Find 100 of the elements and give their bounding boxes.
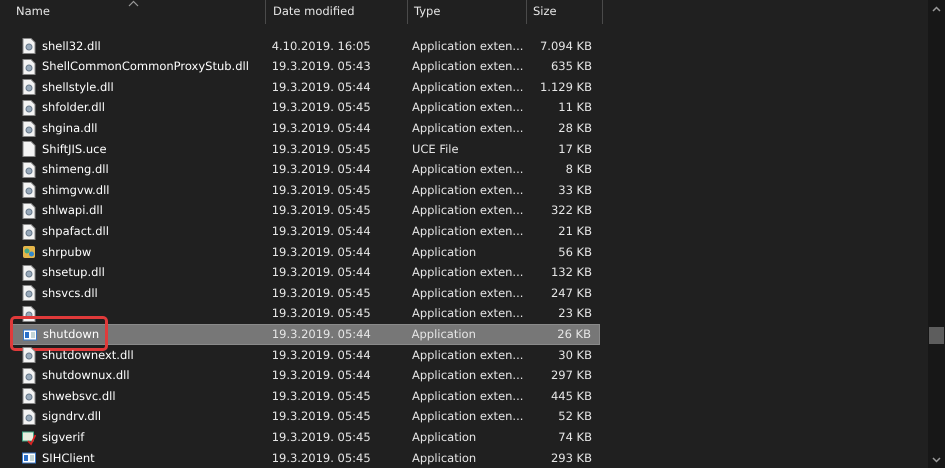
dll-file-icon	[22, 38, 36, 54]
type-cell-text: Application exten...	[410, 78, 524, 96]
type-cell-text: Application exten...	[410, 284, 524, 302]
date-cell-text: 19.3.2019. 05:44	[270, 223, 372, 240]
selected-row[interactable]: shutdown 19.3.2019. 05:44 Application 26 KB	[10, 324, 600, 345]
size-cell-text: 11 KB	[557, 99, 593, 116]
size-cell-text: 7.094 KB	[538, 38, 593, 55]
type-cell-text: Application exten...	[410, 58, 524, 76]
date-cell-text: 19.3.2019. 05:44	[270, 161, 372, 178]
size-cell-text: 56 KB	[557, 244, 593, 261]
file-name[interactable]: shellstyle.dll	[42, 78, 114, 96]
file-name[interactable]: shpafact.dll	[42, 223, 109, 240]
blank-file-icon	[22, 141, 36, 158]
file-name[interactable]: shimgvw.dll	[42, 182, 110, 200]
file-name[interactable]: shutdown	[43, 326, 100, 344]
type-cell-text: UCE File	[410, 140, 460, 158]
date-cell-text: 19.3.2019. 05:44	[270, 264, 372, 282]
date-cell-text: 19.3.2019. 05:44	[270, 367, 372, 384]
size-cell-text: 28 KB	[557, 120, 593, 138]
type-cell-text: Application exten...	[410, 408, 524, 426]
dll-file-icon	[22, 285, 36, 302]
file-name[interactable]: shutdownux.dll	[42, 367, 130, 384]
type-cell-text: Application	[410, 244, 478, 261]
dll-file-icon	[22, 224, 36, 240]
file-name[interactable]: shutdownext.dll	[42, 346, 134, 364]
file-name[interactable]: shsetup.dll	[42, 264, 105, 282]
checkmark-icon	[22, 430, 36, 446]
date-cell-text: 19.3.2019. 05:45	[270, 408, 372, 426]
size-cell-text: 52 KB	[557, 408, 593, 426]
file-name[interactable]: sigverif	[42, 428, 84, 446]
date-cell-text: 19.3.2019. 05:45	[270, 202, 372, 220]
window-icon	[22, 450, 36, 466]
type-cell-text: Application exten...	[410, 38, 524, 55]
file-name[interactable]: ShellCommonCommonProxyStub.dll	[42, 58, 249, 76]
date-cell-text: 19.3.2019. 05:45	[270, 305, 372, 322]
dll-file-icon	[22, 264, 36, 281]
date-cell-text: 19.3.2019. 05:45	[270, 99, 372, 116]
type-cell-text: Application exten...	[410, 202, 524, 220]
size-cell-text: 30 KB	[557, 346, 593, 364]
column-header[interactable]: Name	[0, 0, 266, 24]
file-name[interactable]: shell32.dll	[42, 38, 101, 55]
dll-file-icon	[22, 203, 36, 220]
size-cell-text: 322 KB	[550, 202, 593, 220]
dll-file-icon	[22, 58, 36, 75]
type-cell-text: Application exten...	[410, 120, 524, 138]
date-cell-text: 19.3.2019. 05:45	[270, 450, 372, 467]
date-cell-text: 19.3.2019. 05:45	[270, 388, 372, 405]
size-cell-text: 21 KB	[557, 223, 593, 240]
date-cell-text: 19.3.2019. 05:45	[270, 428, 372, 446]
column-header[interactable]: Type	[408, 0, 527, 24]
dll-file-icon	[22, 79, 36, 96]
date-cell-text: 19.3.2019. 05:45	[270, 140, 372, 158]
dll-file-icon	[22, 388, 36, 404]
date-cell-text: 19.3.2019. 05:45	[270, 284, 372, 302]
file-name[interactable]: signdrv.dll	[42, 408, 102, 426]
type-cell-text: Application exten...	[410, 99, 524, 116]
setup-icon	[22, 244, 36, 260]
sort-caret-icon	[128, 0, 138, 7]
date-cell-text: 19.3.2019. 05:44	[270, 346, 372, 364]
type-cell-text: Application exten...	[410, 223, 524, 240]
dll-file-icon	[22, 408, 36, 425]
scrollbar-thumb[interactable]	[929, 327, 944, 344]
type-cell-text: Application	[410, 450, 478, 467]
size-cell-text: 293 KB	[550, 450, 593, 467]
size-cell-text: 297 KB	[550, 367, 593, 384]
dll-file-icon	[22, 162, 36, 178]
date-cell-text: 19.3.2019. 05:43	[270, 58, 372, 76]
type-cell-text: Application exten...	[410, 346, 524, 364]
date-cell-text: 19.3.2019. 05:44	[270, 120, 372, 138]
scroll-up-icon[interactable]	[932, 6, 941, 12]
file-name[interactable]: shimeng.dll	[42, 161, 109, 178]
file-name[interactable]: SIHClient	[42, 450, 95, 467]
size-cell-text: 1.129 KB	[538, 78, 593, 96]
column-header[interactable]: Size	[527, 0, 603, 24]
size-cell-text: 8 KB	[564, 161, 593, 178]
type-cell-text: Application exten...	[410, 182, 524, 199]
scroll-down-icon[interactable]	[932, 457, 941, 463]
date-cell-text: 4.10.2019. 16:05	[270, 38, 372, 55]
size-cell-text: 247 KB	[550, 284, 593, 302]
file-name[interactable]: shsvcs.dll	[42, 284, 98, 302]
type-cell-text: Application exten...	[410, 367, 524, 384]
scrollbar[interactable]	[928, 0, 945, 468]
file-name[interactable]: shwebsvc.dll	[42, 388, 116, 406]
file-name[interactable]: shrpubw	[42, 244, 92, 261]
size-cell-text: 26 KB	[556, 326, 592, 343]
size-cell-text: 23 KB	[557, 305, 593, 322]
type-cell-text: Application exten...	[410, 264, 524, 282]
file-name[interactable]: ShiftJIS.uce	[42, 140, 107, 158]
size-cell-text: 635 KB	[550, 58, 593, 76]
file-name[interactable]: shlwapi.dll	[42, 202, 103, 220]
dll-file-icon	[22, 347, 36, 364]
size-cell-text: 17 KB	[557, 140, 593, 158]
dll-file-icon	[22, 100, 36, 116]
type-cell-text: Application exten...	[410, 161, 524, 178]
file-name[interactable]: shfolder.dll	[42, 99, 105, 117]
dll-file-icon	[22, 182, 36, 198]
type-cell-text: Application exten...	[410, 388, 524, 405]
date-cell-text: 19.3.2019. 05:44	[270, 244, 372, 261]
file-name[interactable]: shgina.dll	[42, 120, 98, 138]
column-header[interactable]: Date modified	[266, 0, 408, 24]
